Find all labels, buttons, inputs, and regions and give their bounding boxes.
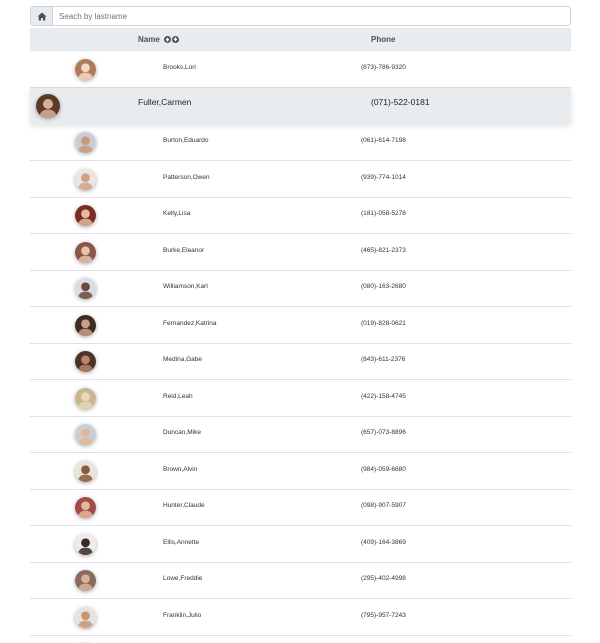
avatar [75,387,96,409]
table-row[interactable]: Medina,Gabe (843)-611-2376 [30,343,571,380]
contact-name: Franklin,Julio [163,611,202,619]
search-input[interactable] [53,7,570,25]
avatar [75,241,96,263]
column-header-name[interactable]: Name [138,35,179,44]
column-header-phone[interactable]: Phone [371,35,395,44]
table-row[interactable]: Burton,Eduardo (061)-614-7198 [30,124,571,161]
contact-phone: (984)-059-6680 [361,465,406,473]
contact-phone: (098)-907-5907 [361,502,406,509]
contact-name: Brown,Alvin [163,465,198,473]
avatar [75,168,96,190]
contact-name: Brooks,Lori [163,64,196,71]
contact-name: Lowe,Freddie [163,575,203,582]
avatar [75,278,96,299]
contact-phone: (409)-164-3869 [361,538,406,546]
avatar [75,132,96,153]
table-header: Name Phone [30,28,571,51]
contact-name: Patterson,Owen [163,173,210,181]
contact-phone: (795)-957-7243 [361,611,406,619]
contact-phone: (939)-774-1014 [361,173,406,181]
contact-name: Williamson,Karl [163,283,208,290]
avatar [75,460,96,482]
sort-controls [163,36,179,43]
home-icon [37,12,46,20]
table-row[interactable]: Ellis,Annette (409)-164-3869 [30,526,571,563]
table-row[interactable]: Duncan,Mike (657)-073-8896 [30,416,571,453]
contact-phone: (843)-611-2376 [361,356,406,363]
contact-name: Kelly,Lisa [163,210,191,217]
avatar [75,424,96,445]
contact-name: Hunter,Claude [163,502,205,509]
contact-name: Reid,Leah [163,392,193,400]
contact-phone: (295)-402-4998 [361,575,406,582]
column-header-name-label: Name [138,35,160,44]
contact-name: Ellis,Annette [163,538,200,546]
sort-down-icon[interactable] [171,36,179,43]
contact-phone: (465)-821-2373 [361,246,406,254]
table-row[interactable]: Fernandez,Katrina (019)-828-0621 [30,307,571,344]
table-row[interactable]: Hunter,Claude (098)-907-5907 [30,489,571,526]
table-row-selected[interactable]: Fuller,Carmen (071)-522-0181 [30,87,571,124]
table-row[interactable]: Burke,Eleanor (465)-821-2373 [30,234,571,271]
contact-phone: (181)-058-5278 [361,210,406,217]
avatar [75,570,96,591]
avatar [75,205,96,226]
table-row[interactable]: Brown,Alvin (984)-059-6680 [30,453,571,490]
contact-name: Duncan,Mike [163,429,201,436]
table-row[interactable] [30,635,571,643]
contact-phone: (422)-158-4745 [361,392,406,400]
sort-up-icon[interactable] [163,36,171,43]
contact-name: Medina,Gabe [163,356,203,363]
contact-phone: (657)-073-8896 [361,429,406,436]
home-button[interactable] [31,7,53,25]
contact-name: Burton,Eduardo [163,137,209,144]
contact-phone: (080)-163-2680 [361,283,406,290]
contact-phone: (061)-614-7198 [361,137,406,144]
table-row[interactable]: Lowe,Freddie (295)-402-4998 [30,562,571,599]
contact-name: Fuller,Carmen [138,96,192,107]
table-row[interactable]: Kelly,Lisa (181)-058-5278 [30,197,571,234]
contacts-page: Name Phone Brooks,Lori (873)-786-9320 Full… [0,0,600,643]
avatar [75,314,96,336]
contact-phone: (071)-522-0181 [371,96,430,107]
table-row[interactable]: Williamson,Karl (080)-163-2680 [30,270,571,307]
avatar [75,351,96,372]
contact-name: Fernandez,Katrina [163,319,217,327]
search-bar [30,6,571,26]
avatar [36,93,60,118]
table-row[interactable]: Brooks,Lori (873)-786-9320 [30,51,571,88]
contact-phone: (873)-786-9320 [361,64,406,71]
table-row[interactable]: Reid,Leah (422)-158-4745 [30,380,571,417]
avatar [75,606,96,628]
table-row[interactable]: Franklin,Julio (795)-957-7243 [30,599,571,636]
avatar [75,533,96,555]
table-row[interactable]: Patterson,Owen (939)-774-1014 [30,161,571,198]
contact-phone: (019)-828-0621 [361,319,406,327]
avatar [75,497,96,518]
contact-name: Burke,Eleanor [163,246,205,254]
avatar [75,59,96,80]
